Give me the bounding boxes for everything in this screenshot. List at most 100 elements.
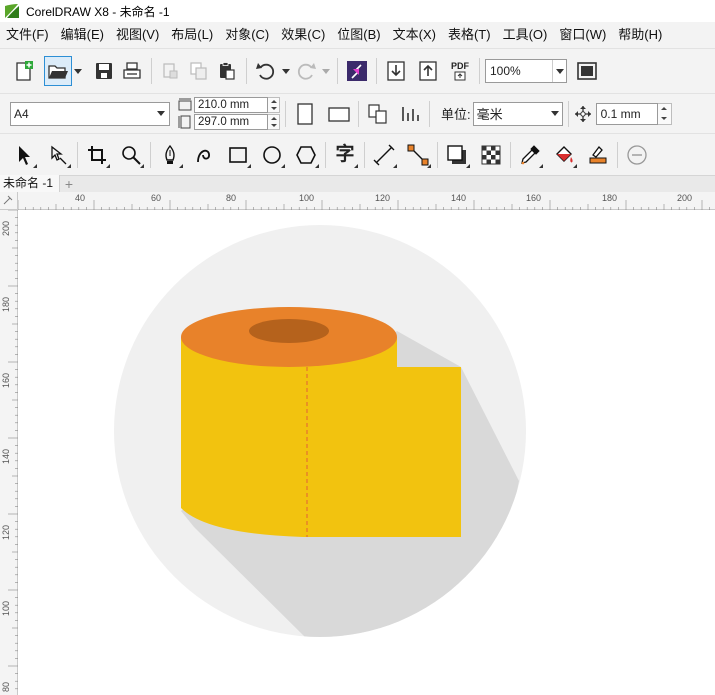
copy-button[interactable] xyxy=(185,56,213,86)
page-height-input[interactable]: 297.0 mm xyxy=(194,114,268,130)
page-width-spinner[interactable] xyxy=(268,97,280,113)
flyout-indicator-icon xyxy=(354,163,358,168)
units-dropdown[interactable] xyxy=(548,111,562,116)
smart-fill-tool[interactable] xyxy=(584,140,612,170)
open-button[interactable] xyxy=(44,56,72,86)
menu-text[interactable]: 文本(X) xyxy=(387,24,442,46)
units-value: 毫米 xyxy=(476,107,503,122)
menu-view[interactable]: 视图(V) xyxy=(110,24,165,46)
hruler-label: 100 xyxy=(299,193,315,203)
menu-tools[interactable]: 工具(O) xyxy=(497,24,554,46)
menu-window[interactable]: 窗口(W) xyxy=(553,24,612,46)
interactive-fill-tool[interactable] xyxy=(550,140,578,170)
chevron-down-icon xyxy=(282,68,290,74)
artistic-media-tool[interactable] xyxy=(190,140,218,170)
zoom-dropdown[interactable] xyxy=(552,60,566,82)
drop-shadow-tool[interactable] xyxy=(443,140,471,170)
menu-bitmaps[interactable]: 位图(B) xyxy=(331,24,386,46)
flyout-indicator-icon xyxy=(140,163,144,168)
page-size-dropdown[interactable] xyxy=(153,111,169,116)
export-icon xyxy=(419,61,437,81)
publish-pdf-button[interactable]: PDF xyxy=(446,56,474,86)
zoom-tool[interactable] xyxy=(117,140,145,170)
more-tools-button[interactable] xyxy=(623,140,651,170)
vertical-ruler[interactable]: 200 180 160 140 120 100 80 xyxy=(0,210,18,695)
connector-tool[interactable] xyxy=(404,140,432,170)
hruler-label: 200 xyxy=(677,193,693,203)
full-screen-button[interactable] xyxy=(573,56,601,86)
spin-down-icon xyxy=(661,117,668,120)
artwork[interactable] xyxy=(19,211,715,695)
ruler-origin-icon xyxy=(3,195,13,205)
vruler-label: 200 xyxy=(1,220,11,236)
flyout-indicator-icon xyxy=(179,163,183,168)
zoom-level-select[interactable]: 100% xyxy=(485,59,567,83)
toolbar-separator xyxy=(150,141,151,168)
shape-tool[interactable] xyxy=(44,140,72,170)
menu-effects[interactable]: 效果(C) xyxy=(275,24,331,46)
cut-button[interactable] xyxy=(157,56,185,86)
ruler-origin[interactable] xyxy=(0,192,18,210)
smart-fill-icon xyxy=(589,145,607,163)
export-button[interactable] xyxy=(414,56,442,86)
text-tool[interactable]: 字 xyxy=(331,140,359,170)
spin-up-icon xyxy=(270,100,277,103)
portrait-button[interactable] xyxy=(291,99,319,129)
print-button[interactable] xyxy=(118,56,146,86)
rectangle-tool[interactable] xyxy=(224,140,252,170)
undo-dropdown[interactable] xyxy=(280,56,292,86)
height-icon xyxy=(178,115,191,129)
paste-button[interactable] xyxy=(213,56,241,86)
open-recent-dropdown[interactable] xyxy=(72,56,84,86)
redo-dropdown[interactable] xyxy=(320,56,332,86)
hruler-label: 60 xyxy=(151,193,162,203)
vruler-label: 140 xyxy=(1,448,11,464)
import-button[interactable] xyxy=(382,56,410,86)
crop-icon xyxy=(88,145,106,164)
dimension-tool[interactable] xyxy=(370,140,398,170)
menu-table[interactable]: 表格(T) xyxy=(442,24,497,46)
page-size-value: A4 xyxy=(14,106,29,121)
all-pages-button[interactable] xyxy=(364,99,392,129)
menu-edit[interactable]: 编辑(E) xyxy=(55,24,110,46)
crop-tool[interactable] xyxy=(83,140,111,170)
menu-file[interactable]: 文件(F) xyxy=(0,24,55,46)
pointer-icon xyxy=(19,145,30,165)
minus-circle-icon xyxy=(627,144,647,165)
search-content-button[interactable] xyxy=(343,56,371,86)
eyedropper-tool[interactable] xyxy=(516,140,544,170)
page-width-input[interactable]: 210.0 mm xyxy=(194,97,268,113)
polygon-tool[interactable] xyxy=(292,140,320,170)
roll-hole[interactable] xyxy=(249,319,329,343)
nudge-distance-spinner[interactable] xyxy=(657,102,672,125)
add-document-icon[interactable]: + xyxy=(60,176,78,192)
menu-layout[interactable]: 布局(L) xyxy=(165,24,219,46)
save-button[interactable] xyxy=(90,56,118,86)
menu-help[interactable]: 帮助(H) xyxy=(612,24,668,46)
nudge-distance-input[interactable]: 0.1 mm xyxy=(595,102,658,125)
search-content-icon xyxy=(347,61,367,81)
drawing-canvas[interactable] xyxy=(19,211,715,695)
portrait-icon xyxy=(297,102,313,125)
transparency-tool[interactable] xyxy=(477,140,505,170)
current-page-button[interactable] xyxy=(396,99,424,129)
horizontal-ruler[interactable]: 40 60 80 100 120 140 160 180 200 xyxy=(18,192,715,210)
ellipse-tool[interactable] xyxy=(258,140,286,170)
paste-icon xyxy=(220,62,235,80)
freehand-tool[interactable] xyxy=(156,140,184,170)
drop-shadow-icon xyxy=(447,144,466,164)
redo-button[interactable] xyxy=(292,56,320,86)
landscape-button[interactable] xyxy=(325,99,353,129)
new-document-button[interactable] xyxy=(10,56,38,86)
menu-object[interactable]: 对象(C) xyxy=(219,24,275,46)
undo-button[interactable] xyxy=(252,56,280,86)
flyout-indicator-icon xyxy=(106,163,110,168)
chevron-down-icon xyxy=(157,111,165,116)
toolbar-separator xyxy=(376,58,377,84)
units-select[interactable]: 毫米 xyxy=(472,101,563,126)
pick-tool[interactable] xyxy=(10,140,38,170)
page-height-spinner[interactable] xyxy=(268,114,280,130)
document-tab[interactable]: 未命名 -1 xyxy=(0,175,61,192)
current-page-icon xyxy=(402,106,419,121)
page-size-select[interactable]: A4 xyxy=(10,101,170,126)
